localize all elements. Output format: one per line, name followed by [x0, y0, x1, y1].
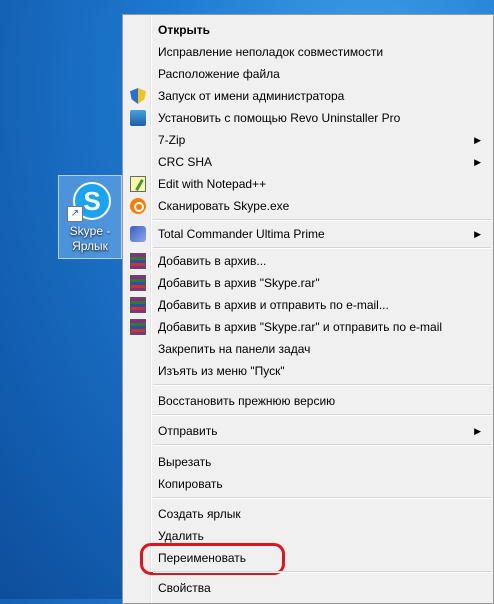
menu-item-crc-sha[interactable]: CRC SHA ▶ — [125, 151, 491, 173]
menu-item-scan[interactable]: Сканировать Skype.exe — [125, 195, 491, 217]
menu-item-label: Открыть — [158, 23, 211, 37]
menu-item-label: Отправить — [158, 424, 218, 438]
menu-item-restore-previous[interactable]: Восстановить прежнюю версию — [125, 390, 491, 412]
submenu-arrow-icon: ▶ — [474, 426, 481, 436]
menu-separator — [153, 414, 491, 416]
menu-item-label: Вырезать — [158, 455, 212, 469]
menu-separator — [153, 247, 491, 249]
menu-item-cut[interactable]: Вырезать — [125, 451, 491, 473]
avast-icon — [130, 198, 146, 214]
menu-item-7zip[interactable]: 7-Zip ▶ — [125, 129, 491, 151]
menu-item-label: 7-Zip — [158, 133, 186, 147]
notepad-plus-plus-icon — [130, 176, 146, 192]
menu-separator — [153, 571, 491, 573]
submenu-arrow-icon: ▶ — [474, 135, 481, 145]
menu-item-pin-taskbar[interactable]: Закрепить на панели задач — [125, 338, 491, 360]
desktop-shortcut-label: Skype - Ярлык — [69, 224, 111, 253]
menu-item-label: Закрепить на панели задач — [158, 342, 311, 356]
shortcut-arrow-icon: ↗ — [67, 206, 83, 222]
menu-item-file-location[interactable]: Расположение файла — [125, 63, 491, 85]
menu-item-label: Исправление неполадок совместимости — [158, 45, 384, 59]
total-commander-icon — [130, 226, 146, 242]
menu-item-label: Добавить в архив... — [158, 254, 267, 268]
menu-separator — [153, 497, 491, 499]
menu-item-add-to-skype-rar[interactable]: Добавить в архив "Skype.rar" — [125, 272, 491, 294]
menu-separator — [153, 444, 491, 446]
menu-item-copy[interactable]: Копировать — [125, 473, 491, 495]
uac-shield-icon — [130, 88, 146, 104]
menu-item-label: CRC SHA — [158, 155, 213, 169]
revo-uninstaller-icon — [130, 110, 146, 126]
menu-item-add-to-archive[interactable]: Добавить в архив... — [125, 250, 491, 272]
menu-item-label: Edit with Notepad++ — [158, 177, 267, 191]
winrar-icon — [130, 275, 146, 291]
winrar-icon — [130, 253, 146, 269]
menu-item-label: Сканировать Skype.exe — [158, 199, 290, 213]
menu-item-send-to[interactable]: Отправить ▶ — [125, 420, 491, 442]
menu-item-label: Изъять из меню "Пуск" — [158, 364, 285, 378]
menu-item-label: Копировать — [158, 477, 223, 491]
menu-item-skype-rar-and-email[interactable]: Добавить в архив "Skype.rar" и отправить… — [125, 316, 491, 338]
menu-item-revo-uninstaller[interactable]: Установить с помощью Revo Uninstaller Pr… — [125, 107, 491, 129]
menu-item-label: Добавить в архив и отправить по e-mail..… — [158, 298, 389, 312]
menu-item-label: Добавить в архив "Skype.rar" и отправить… — [158, 320, 443, 334]
menu-item-label: Запуск от имени администратора — [158, 89, 345, 103]
menu-item-label: Total Commander Ultima Prime — [158, 227, 325, 241]
menu-item-label: Свойства — [158, 581, 211, 595]
submenu-arrow-icon: ▶ — [474, 157, 481, 167]
menu-item-label: Расположение файла — [158, 67, 280, 81]
winrar-icon — [130, 297, 146, 313]
menu-item-open[interactable]: Открыть — [125, 19, 491, 41]
desktop-shortcut-skype[interactable]: S ↗ Skype - Ярлык — [58, 175, 122, 259]
menu-item-properties[interactable]: Свойства — [125, 577, 491, 599]
menu-item-label: Восстановить прежнюю версию — [158, 394, 336, 408]
submenu-arrow-icon: ▶ — [474, 229, 481, 239]
winrar-icon — [130, 319, 146, 335]
context-menu: Открыть Исправление неполадок совместимо… — [122, 14, 494, 604]
menu-separator — [153, 219, 491, 221]
menu-item-create-shortcut[interactable]: Создать ярлык — [125, 503, 491, 525]
menu-separator — [153, 384, 491, 386]
menu-item-troubleshoot-compatibility[interactable]: Исправление неполадок совместимости — [125, 41, 491, 63]
menu-item-label: Добавить в архив "Skype.rar" — [158, 276, 320, 290]
menu-item-run-as-admin[interactable]: Запуск от имени администратора — [125, 85, 491, 107]
menu-item-label: Установить с помощью Revo Uninstaller Pr… — [158, 111, 401, 125]
menu-item-unpin-start[interactable]: Изъять из меню "Пуск" — [125, 360, 491, 382]
menu-item-total-commander[interactable]: Total Commander Ultima Prime ▶ — [125, 223, 491, 245]
menu-item-archive-and-email[interactable]: Добавить в архив и отправить по e-mail..… — [125, 294, 491, 316]
menu-item-edit-notepad[interactable]: Edit with Notepad++ — [125, 173, 491, 195]
menu-item-label: Создать ярлык — [158, 507, 241, 521]
